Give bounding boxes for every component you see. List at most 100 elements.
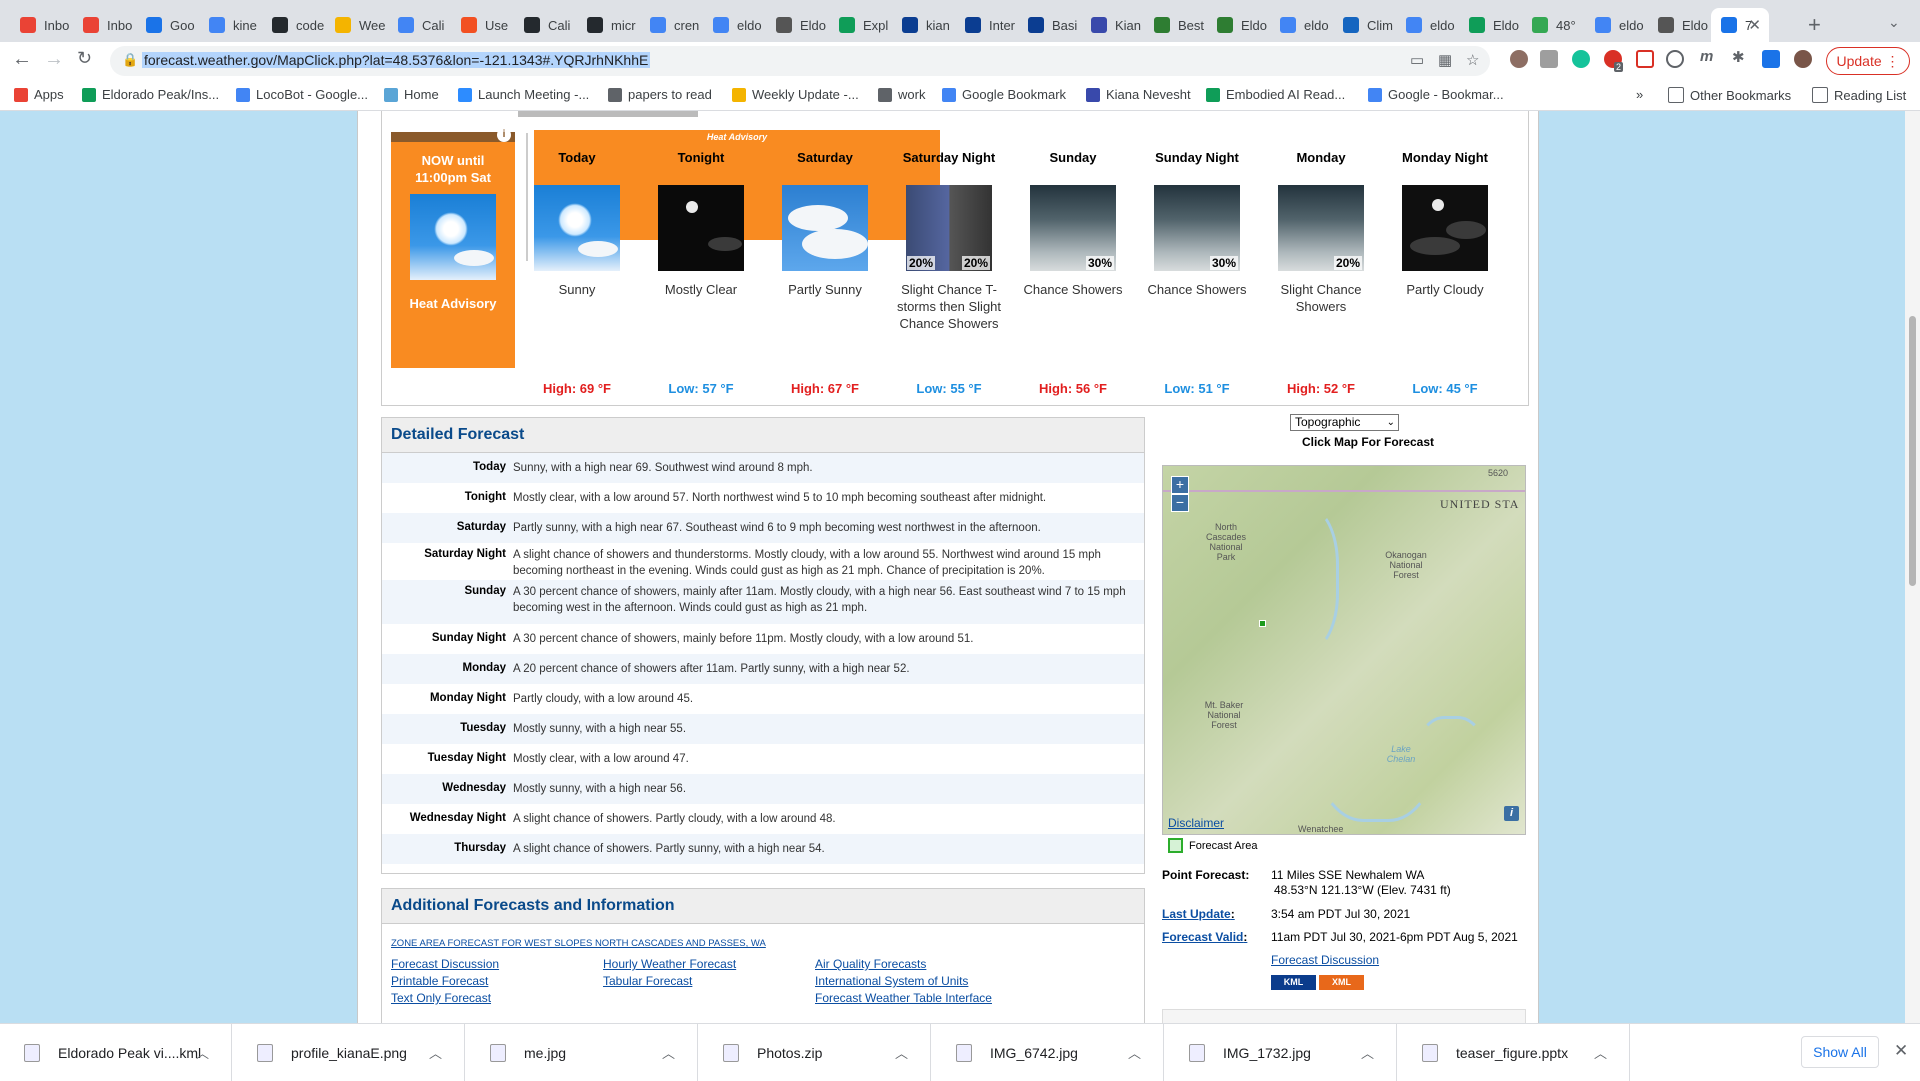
lock-icon[interactable]: 🔒 [122, 52, 138, 68]
forecast-link[interactable]: Tabular Forecast [603, 974, 692, 988]
browser-tab[interactable]: eldo [1585, 8, 1648, 42]
browser-tab[interactable]: Cali [514, 8, 577, 42]
browser-tab[interactable]: Eldo [1459, 8, 1522, 42]
forecast-map[interactable]: + − UNITED STA 5620 North Cascades Natio… [1162, 465, 1526, 835]
download-item[interactable]: IMG_6742.jpg ︿ [932, 1024, 1164, 1081]
download-item[interactable]: profile_kianaE.png ︿ [233, 1024, 465, 1081]
chevron-up-icon[interactable]: ︿ [196, 1043, 209, 1062]
bookmark-item[interactable]: Apps [14, 87, 64, 102]
bookmark-item[interactable]: work [878, 87, 925, 102]
chevron-up-icon[interactable]: ︿ [1594, 1043, 1607, 1062]
browser-tab[interactable]: Cali [388, 8, 451, 42]
browser-tab[interactable]: Eldo [766, 8, 829, 42]
browser-tab[interactable]: cren [640, 8, 703, 42]
zoom-in-button[interactable]: + [1171, 476, 1189, 494]
grammarly-icon[interactable] [1572, 50, 1590, 68]
browser-tab[interactable]: Use [451, 8, 514, 42]
forecast-period[interactable]: Tonight Mostly Clear Low: 57 °F [639, 149, 763, 396]
chevron-up-icon[interactable]: ︿ [1128, 1043, 1141, 1062]
close-icon[interactable]: ✕ [1894, 1041, 1908, 1061]
reading-list[interactable]: Reading List [1812, 87, 1906, 103]
bookmark-item[interactable]: Launch Meeting -... [458, 87, 589, 102]
browser-tab[interactable]: Best [1144, 8, 1207, 42]
browser-tab[interactable]: Eldo [1207, 8, 1270, 42]
forecast-period[interactable]: Sunday Night 30% Chance Showers Low: 51 °F [1135, 149, 1259, 396]
update-button[interactable]: Update ⋮ [1826, 47, 1910, 75]
scrollbar-thumb[interactable] [1909, 316, 1916, 586]
kml-button[interactable]: KML [1271, 975, 1316, 990]
bookmark-star-icon[interactable]: ☆ [1466, 51, 1479, 69]
forecast-period[interactable]: Today Sunny High: 69 °F [515, 149, 639, 396]
zoom-out-button[interactable]: − [1171, 494, 1189, 512]
address-bar[interactable]: 🔒 forecast.weather.gov/MapClick.php?lat=… [110, 46, 1490, 76]
browser-tab[interactable]: Basi [1018, 8, 1081, 42]
bookmark-item[interactable]: papers to read [608, 87, 712, 102]
other-bookmarks[interactable]: Other Bookmarks [1668, 87, 1791, 103]
browser-tab[interactable]: eldo [1270, 8, 1333, 42]
screenshot-icon[interactable] [1636, 50, 1654, 68]
bookmarks-more-icon[interactable]: » [1636, 87, 1643, 102]
bookmark-item[interactable]: Google - Bookmar... [1368, 87, 1504, 102]
check-icon[interactable] [1666, 50, 1684, 68]
forecast-link[interactable]: Hourly Weather Forecast [603, 957, 736, 971]
chevron-up-icon[interactable]: ︿ [662, 1043, 675, 1062]
disclaimer-link[interactable]: Disclaimer [1168, 816, 1224, 830]
forecast-link[interactable]: Text Only Forecast [391, 991, 491, 1005]
back-icon[interactable]: ← [12, 48, 32, 71]
browser-tab[interactable]: Inter [955, 8, 1018, 42]
map-type-select[interactable]: Topographic ⌄ [1290, 414, 1399, 431]
mendeley-icon[interactable]: m [1700, 48, 1713, 65]
forecast-period[interactable]: Saturday Night 20% 20% Slight Chance T-stor… [887, 149, 1011, 396]
browser-tab[interactable]: Kian [1081, 8, 1144, 42]
forward-icon[interactable]: → [44, 48, 64, 71]
browser-tab[interactable]: Clim [1333, 8, 1396, 42]
extension-icon[interactable] [1540, 50, 1558, 68]
qr-code-icon[interactable]: ▦ [1438, 51, 1452, 69]
map-info-button[interactable]: i [1504, 806, 1519, 821]
browser-tab[interactable]: Expl [829, 8, 892, 42]
browser-tab[interactable]: Inbo [10, 8, 73, 42]
browser-tab[interactable]: Eldo [1648, 8, 1711, 42]
browser-tab[interactable]: code [262, 8, 325, 42]
bookmark-item[interactable]: Kiana Nevesht [1086, 87, 1191, 102]
browser-tab[interactable]: eldo [1396, 8, 1459, 42]
close-tab-icon[interactable]: ✕ [1748, 16, 1761, 34]
forecast-period[interactable]: Monday Night Partly Cloudy Low: 45 °F [1383, 149, 1507, 396]
browser-tab[interactable]: Goo [136, 8, 199, 42]
browser-tab[interactable]: micr [577, 8, 640, 42]
extension-icon[interactable] [1510, 50, 1528, 68]
download-item[interactable]: me.jpg ︿ [466, 1024, 698, 1081]
browser-tab[interactable]: eldo [703, 8, 766, 42]
cast-media-icon[interactable] [1762, 50, 1780, 68]
forecast-valid-link[interactable]: Forecast Valid: [1162, 930, 1247, 944]
browser-tab[interactable]: 48° [1522, 8, 1585, 42]
avatar[interactable] [1794, 50, 1812, 68]
reload-icon[interactable]: ↻ [77, 48, 92, 69]
tab-search-icon[interactable]: ⌄ [1888, 14, 1900, 31]
bookmark-item[interactable]: Eldorado Peak/Ins... [82, 87, 219, 102]
forecast-link[interactable]: International System of Units [815, 974, 968, 988]
forecast-link[interactable]: Forecast Discussion [391, 957, 499, 971]
browser-tab[interactable]: Inbo [73, 8, 136, 42]
new-tab-button[interactable]: + [1808, 12, 1821, 38]
forecast-period[interactable]: Monday 20% Slight Chance Showers High: 52 °… [1259, 149, 1383, 396]
browser-tab[interactable]: kian [892, 8, 955, 42]
show-all-button[interactable]: Show All [1801, 1036, 1879, 1068]
chevron-up-icon[interactable]: ︿ [1361, 1043, 1374, 1062]
bookmark-item[interactable]: Embodied AI Read... [1206, 87, 1345, 102]
last-update-link[interactable]: Last Update: [1162, 907, 1235, 921]
browser-tab[interactable]: 7 ✕ [1711, 8, 1769, 42]
forecast-link[interactable]: Printable Forecast [391, 974, 488, 988]
url-text[interactable]: forecast.weather.gov/MapClick.php?lat=48… [142, 52, 651, 68]
browser-tab[interactable]: Wee [325, 8, 388, 42]
info-icon[interactable]: i [497, 128, 511, 142]
bookmark-item[interactable]: LocoBot - Google... [236, 87, 368, 102]
puzzle-icon[interactable]: ✱ [1732, 48, 1745, 66]
bookmark-item[interactable]: Weekly Update -... [732, 87, 859, 102]
bookmark-item[interactable]: Google Bookmark [942, 87, 1066, 102]
forecast-discussion-link[interactable]: Forecast Discussion [1271, 953, 1379, 967]
bookmark-item[interactable]: Home [384, 87, 439, 102]
xml-button[interactable]: XML [1319, 975, 1364, 990]
forecast-link[interactable]: Air Quality Forecasts [815, 957, 926, 971]
hazard-now-box[interactable]: i NOW until 11:00pm Sat Heat Advisory [391, 128, 515, 368]
